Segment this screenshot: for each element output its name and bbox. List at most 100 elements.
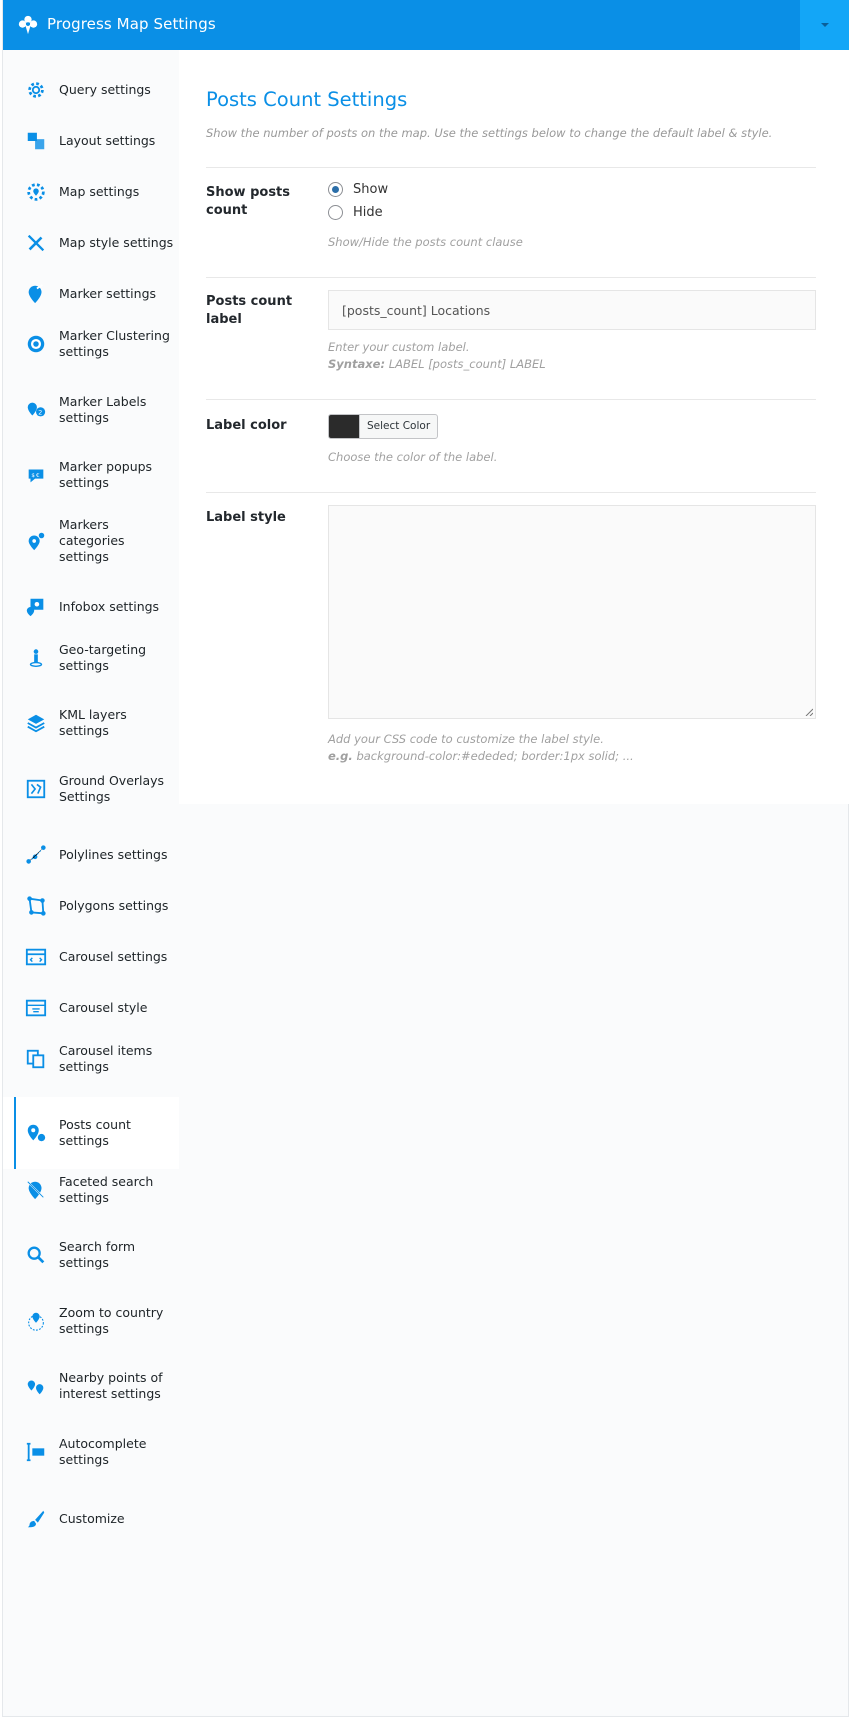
person-pin-icon [29, 649, 43, 667]
svg-text:€: € [36, 473, 40, 479]
carousel-icon [25, 948, 47, 966]
sidebar-item-label: Marker popups settings [59, 459, 153, 490]
radio-show[interactable]: Show [328, 182, 388, 197]
sidebar-item-ground-overlays-settings[interactable]: Ground Overlays Settings [3, 762, 179, 816]
chevron-down-icon [821, 23, 829, 27]
select-color-text: Select Color [359, 415, 437, 438]
layers-icon [27, 714, 45, 733]
sidebar-item-label: Faceted search settings [59, 1174, 154, 1205]
svg-text:$: $ [31, 473, 35, 479]
sidebar-item-label: Marker settings [59, 286, 157, 301]
syntax-label: Syntaxe: [328, 357, 386, 371]
target-icon [27, 335, 45, 353]
sidebar-item-autocomplete-settings[interactable]: Autocomplete settings [3, 1425, 179, 1479]
sidebar-item-label: Marker Clustering settings [59, 328, 170, 359]
sidebar-item-label: Customize [59, 1511, 125, 1526]
sidebar-item-label: Infobox settings [59, 599, 160, 614]
divider [206, 492, 816, 493]
sidebar-item-posts-count-settings[interactable]: Posts count settings [3, 1097, 179, 1169]
syntax-value: LABEL [posts_count] LABEL [388, 357, 546, 371]
sidebar-item-query-settings[interactable]: Query settings [3, 70, 179, 110]
top-bar: Progress Map Settings [3, 0, 849, 50]
show-posts-count-help: Show/Hide the posts count clause [328, 235, 523, 249]
marker-categories-icon [28, 532, 45, 551]
window-title: Progress Map Settings [47, 15, 216, 33]
sidebar-item-zoom-to-country-settings[interactable]: Zoom to country settings [3, 1294, 179, 1348]
sidebar-item-faceted-search-settings[interactable]: Faceted search settings [3, 1163, 179, 1217]
radio-hide[interactable]: Hide [328, 205, 383, 220]
radio-hide-button[interactable] [328, 205, 343, 220]
sidebar-item-carousel-settings[interactable]: Carousel settings [3, 937, 179, 977]
globe-marker-icon [28, 1312, 44, 1331]
pencil-ruler-icon [27, 234, 45, 252]
show-posts-count-label: Show posts count [206, 185, 291, 218]
sidebar-item-customize[interactable]: Customize [3, 1499, 179, 1539]
select-color-button[interactable]: Select Color [328, 414, 439, 439]
color-swatch[interactable] [329, 415, 359, 438]
gear-icon [28, 82, 44, 98]
sidebar-item-marker-popups-settings[interactable]: $ € Marker popups settings [3, 448, 179, 502]
sidebar-item-polygons-settings[interactable]: Polygons settings [3, 886, 179, 926]
sidebar-item-marker-clustering-settings[interactable]: Marker Clustering settings [3, 317, 179, 371]
label-style-example: e.g. background-color:#ededed; border:1p… [328, 748, 634, 765]
settings-panel: Posts Count Settings Show the number of … [179, 50, 849, 804]
sidebar-item-map-style-settings[interactable]: Map style settings [3, 223, 179, 263]
page-title: Posts Count Settings [206, 88, 408, 111]
radio-hide-label: Hide [353, 205, 383, 220]
example-value: background-color:#ededed; border:1px sol… [356, 749, 634, 763]
copy-icon [26, 1049, 45, 1069]
infobox-icon [26, 598, 44, 617]
sidebar-item-map-settings[interactable]: Map settings [3, 172, 179, 212]
sidebar-item-label: Geo-targeting settings [59, 642, 147, 673]
sidebar-item-label: Autocomplete settings [59, 1436, 147, 1467]
collapse-toggle[interactable] [800, 0, 849, 50]
sidebar-item-polylines-settings[interactable]: Polylines settings [3, 835, 179, 875]
sidebar-item-search-form-settings[interactable]: Search form settings [3, 1228, 179, 1282]
sidebar-item-infobox-settings[interactable]: Infobox settings [3, 587, 179, 627]
sidebar-item-geo-targeting-settings[interactable]: Geo-targeting settings [3, 631, 179, 685]
autocomplete-icon [26, 1442, 45, 1462]
label-color-label: Label color [206, 418, 287, 433]
sidebar-item-markers-categories-settings[interactable]: Markers categories settings [3, 514, 179, 568]
posts-count-label-help: Enter your custom label. [328, 340, 470, 354]
sidebar-item-marker-settings[interactable]: Marker settings [3, 274, 179, 314]
sidebar-item-label: Layout settings [59, 133, 156, 148]
sidebar-item-nearby-points-of-interest-settings[interactable]: Nearby points of interest settings [3, 1359, 179, 1413]
nearby-markers-icon [27, 1380, 44, 1395]
sidebar-item-label: Zoom to country settings [59, 1305, 164, 1336]
sidebar-item-layout-settings[interactable]: Layout settings [3, 121, 179, 161]
radio-show-label: Show [353, 182, 389, 197]
sidebar-item-label: KML layers settings [59, 707, 127, 738]
settings-window: Progress Map Settings Query settings Layo… [2, 0, 849, 1717]
marker-labels-icon: 2 [27, 402, 46, 417]
label-style-help: Add your CSS code to customize the label… [328, 732, 604, 746]
sidebar-item-label: Query settings [59, 82, 151, 97]
map-gear-icon [27, 183, 45, 201]
sidebar-item-carousel-items-settings[interactable]: Carousel items settings [3, 1032, 179, 1086]
posts-count-label-syntax: Syntaxe: LABEL [posts_count] LABEL [328, 356, 546, 373]
posts-count-label-input[interactable]: [posts_count] Locations [328, 290, 816, 330]
sidebar-item-label: Carousel settings [59, 949, 168, 964]
marker-count-icon [27, 1124, 46, 1142]
sidebar-item-label: Map settings [59, 184, 140, 199]
sidebar-item-label: Polylines settings [59, 847, 168, 862]
svg-text:2: 2 [38, 409, 42, 417]
sidebar-item-label: Search form settings [59, 1239, 136, 1270]
map-overlay-icon [26, 779, 46, 799]
marker-pencil-icon [28, 284, 43, 304]
sidebar-item-marker-labels-settings[interactable]: 2 Marker Labels settings [3, 383, 179, 437]
sidebar-item-kml-layers-settings[interactable]: KML layers settings [3, 696, 179, 750]
sidebar-item-carousel-style[interactable]: Carousel style [3, 988, 179, 1028]
label-style-textarea[interactable] [328, 505, 816, 719]
polyline-icon [26, 845, 46, 864]
polygon-icon [27, 896, 46, 916]
posts-count-label-label: Posts count label [206, 294, 293, 327]
page-description: Show the number of posts on the map. Use… [206, 126, 773, 140]
marker-slash-icon [27, 1181, 44, 1200]
sidebar-item-label: Markers categories settings [59, 517, 125, 564]
sidebar-item-label: Posts count settings [59, 1117, 131, 1148]
progress-map-logo-icon [18, 15, 38, 35]
sidebar-item-label: Carousel items settings [59, 1043, 153, 1074]
radio-show-button[interactable] [328, 182, 343, 197]
resize-grip-icon[interactable] [805, 708, 813, 716]
